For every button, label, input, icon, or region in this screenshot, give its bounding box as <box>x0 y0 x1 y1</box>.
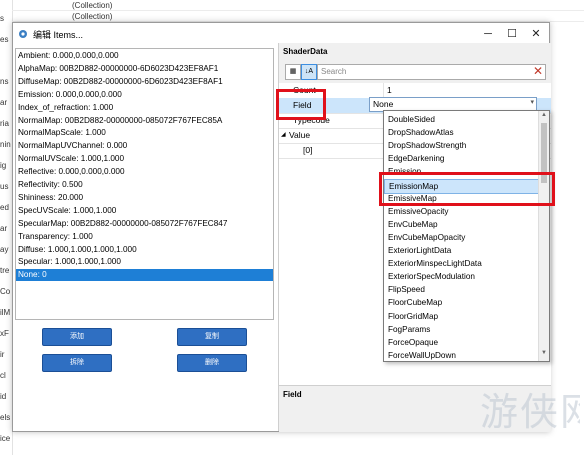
bg-fragment: us <box>0 182 9 191</box>
maximize-button[interactable]: ☐ <box>501 26 523 42</box>
categorized-icon[interactable]: ▦ <box>285 64 301 80</box>
bg-fragment: ed <box>0 203 9 212</box>
bg-fragment: ilM <box>0 308 11 317</box>
property-grid-header: ShaderData <box>279 43 551 61</box>
list-item[interactable]: Diffuse: 1.000,1.000,1.000,1.000 <box>16 244 273 256</box>
list-item[interactable]: Reflective: 0.000,0.000,0.000 <box>16 166 273 178</box>
dropdown-option[interactable]: EnvCubeMap <box>384 218 539 231</box>
bg-collection-2: (Collection) <box>72 12 113 21</box>
dropdown-scrollbar[interactable]: ▲ ▼ <box>538 111 549 361</box>
list-item[interactable]: AlphaMap: 00B2D882-00000000-6D6023D423EF… <box>16 63 273 75</box>
list-item[interactable]: None: 0 <box>16 269 273 282</box>
bg-fragment: ice <box>0 434 11 443</box>
dropdown-option[interactable]: EmissiveOpacity <box>384 205 539 218</box>
bg-fragment: cl <box>0 371 6 380</box>
bg-fragment: ar <box>0 224 8 233</box>
list-item[interactable]: SpecularMap: 00B2D882-00000000-085072F76… <box>16 218 273 230</box>
field-dropdown-list[interactable]: ForceWallUpDown ForceOpaque FogParams Floor… <box>383 110 550 362</box>
list-item[interactable]: DiffuseMap: 00B2D882-00000000-6D6023D423… <box>16 76 273 88</box>
dropdown-option[interactable]: DropShadowAtlas <box>384 126 539 139</box>
property-key: Value <box>289 130 311 140</box>
dropdown-option[interactable]: DropShadowStrength <box>384 139 539 152</box>
chevron-down-icon[interactable]: ▾ <box>530 98 534 106</box>
property-key: [0] <box>303 145 313 155</box>
dropdown-option[interactable]: ExteriorMinspecLightData <box>384 257 539 270</box>
dropdown-option[interactable]: EnvCubeMapOpacity <box>384 231 539 244</box>
close-button[interactable]: ✕ <box>525 26 547 42</box>
field-value: None <box>373 99 394 109</box>
list-item[interactable]: Shininess: 20.000 <box>16 192 273 204</box>
list-item[interactable]: Emission: 0.000,0.000,0.000 <box>16 89 273 101</box>
bg-fragment: nin <box>0 140 11 149</box>
dialog-title: 编辑 Items... <box>33 30 84 40</box>
bg-fragment: id <box>0 392 7 401</box>
bg-fragment: ar <box>0 98 8 107</box>
bg-fragment: tre <box>0 266 10 275</box>
dropdown-option[interactable]: FloorGridMap <box>384 310 539 323</box>
bg-fragment: xF <box>0 329 9 338</box>
scroll-down-icon[interactable]: ▼ <box>539 350 549 360</box>
list-item[interactable]: Index_of_refraction: 1.000 <box>16 102 273 114</box>
expand-arrow-icon[interactable]: ◢ <box>281 131 286 138</box>
app-gear-icon <box>17 28 29 40</box>
list-item[interactable]: NormalUVScale: 1.000,1.000 <box>16 153 273 165</box>
annotation-box-field <box>276 89 326 120</box>
items-list[interactable]: Ambient: 0.000,0.000,0.000 AlphaMap: 00B2… <box>15 48 274 320</box>
bg-fragment: Co <box>0 287 11 296</box>
copy-button[interactable]: 拆除 <box>42 354 112 372</box>
list-item[interactable]: Reflectivity: 0.500 <box>16 179 273 191</box>
delete-button[interactable]: 删除 <box>177 354 247 372</box>
list-item[interactable]: NormalMapUVChannel: 0.000 <box>16 140 273 152</box>
list-item[interactable]: SpecUVScale: 1.000,1.000 <box>16 205 273 217</box>
bg-fragment: ns <box>0 77 9 86</box>
dropdown-option[interactable]: FloorCubeMap <box>384 296 539 309</box>
bg-collection-1: (Collection) <box>72 1 113 10</box>
dropdown-option[interactable]: ExteriorSpecModulation <box>384 270 539 283</box>
bg-fragment: ig <box>0 161 7 170</box>
dropdown-option[interactable]: DoubleSided <box>384 113 539 126</box>
bg-fragment: es <box>0 35 9 44</box>
dropdown-option[interactable]: ExteriorLightData <box>384 244 539 257</box>
dropdown-option[interactable]: FogParams <box>384 323 539 336</box>
search-input[interactable]: Search ✕ <box>317 64 546 80</box>
bg-fragment: s <box>0 14 4 23</box>
clear-search-icon[interactable]: ✕ <box>533 64 543 78</box>
search-placeholder: Search <box>321 67 347 76</box>
property-grid-toolbar: ▦ ↓A Search ✕ <box>279 61 551 83</box>
dropdown-option[interactable]: FlipSpeed <box>384 283 539 296</box>
property-value[interactable]: 1 <box>387 85 392 95</box>
bg-fragment: ir <box>0 350 5 359</box>
bg-fragment: ay <box>0 245 9 254</box>
dialog-titlebar[interactable]: 编辑 Items... ─ ☐ ✕ <box>13 23 549 45</box>
list-item[interactable]: Ambient: 0.000,0.000,0.000 <box>16 50 273 62</box>
background-app-top: (Collection) (Collection) <box>12 0 584 22</box>
annotation-box-emissionmap <box>379 172 555 206</box>
modify-button[interactable]: 复制 <box>177 328 247 346</box>
alphabetical-sort-icon[interactable]: ↓A <box>301 64 317 80</box>
list-item[interactable]: NormalMapScale: 1.000 <box>16 127 273 139</box>
minimize-button[interactable]: ─ <box>477 26 499 42</box>
list-item[interactable]: NormalMap: 00B2D882-00000000-085072F767F… <box>16 115 273 127</box>
dropdown-option[interactable]: ForceOpaque <box>384 336 539 349</box>
dropdown-option[interactable]: EdgeDarkening <box>384 152 539 165</box>
bg-fragment: ria <box>0 119 9 128</box>
svg-text:游侠网: 游侠网 <box>480 390 580 434</box>
add-button[interactable]: 添加 <box>42 328 112 346</box>
list-item[interactable]: Specular: 1.000,1.000,1.000 <box>16 256 273 268</box>
description-title: Field <box>283 390 302 399</box>
property-grid-title: ShaderData <box>283 47 328 56</box>
watermark-logo: 游侠网 <box>480 380 584 449</box>
dropdown-option[interactable]: ForceWallUpDown <box>384 349 539 361</box>
scroll-up-icon[interactable]: ▲ <box>539 112 549 122</box>
bg-fragment: els <box>0 413 11 422</box>
list-item[interactable]: Transparency: 1.000 <box>16 231 273 243</box>
